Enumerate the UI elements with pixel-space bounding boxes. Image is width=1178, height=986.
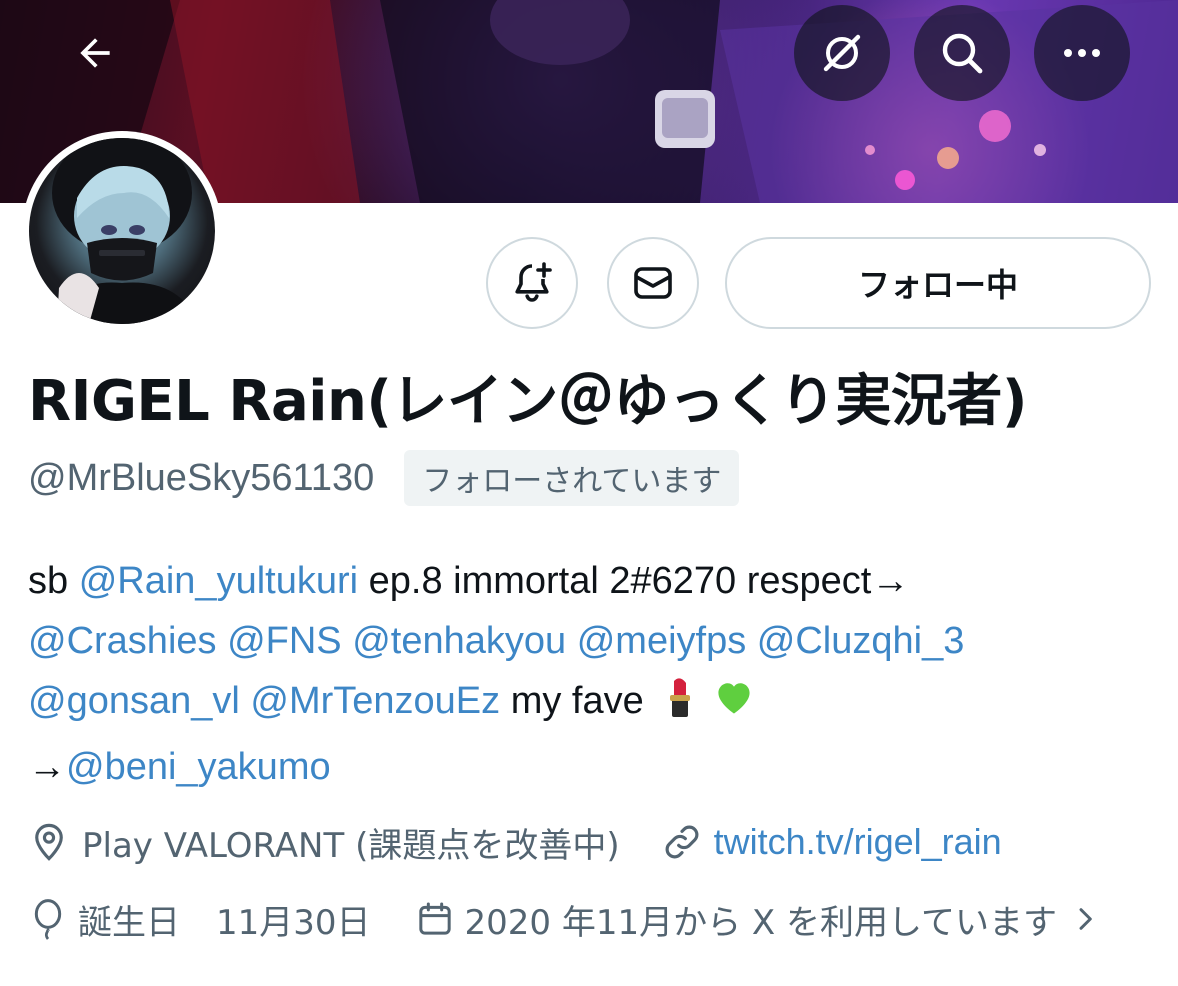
bio-mention[interactable]: @Rain_yultukuri xyxy=(79,560,358,602)
grok-icon xyxy=(823,34,861,72)
notify-button[interactable] xyxy=(486,237,578,329)
more-button[interactable] xyxy=(1034,5,1130,101)
link-icon xyxy=(662,822,702,862)
bio: sb @Rain_yultukuri ep.8 immortal 2#6270 … xyxy=(28,551,1158,797)
profile-link[interactable]: twitch.tv/rigel_rain xyxy=(714,821,1002,863)
avatar-illustration xyxy=(49,138,199,324)
location-text: Play VALORANT (課題点を改善中) xyxy=(82,825,620,866)
bio-text: ep.8 immortal 2#6270 respect→ xyxy=(358,560,910,602)
location-pin-icon xyxy=(28,821,70,863)
bio-mention[interactable]: @FNS xyxy=(227,620,342,662)
handle-row: @MrBlueSky561130 フォローされています xyxy=(28,450,740,506)
bio-text: → xyxy=(28,746,66,788)
green-heart-emoji xyxy=(712,675,756,737)
bell-plus-icon xyxy=(515,262,552,302)
bio-line-3: @gonsan_vl @MrTenzouEz my fave xyxy=(28,671,1158,737)
bio-mention[interactable]: @gonsan_vl xyxy=(28,680,240,722)
grok-button[interactable] xyxy=(794,5,890,101)
avatar[interactable] xyxy=(22,131,222,331)
balloon-icon xyxy=(28,897,68,941)
bio-mention[interactable]: @beni_yakumo xyxy=(66,746,331,788)
bio-mention[interactable]: @tenhakyou xyxy=(352,620,566,662)
lipstick-emoji xyxy=(660,675,700,737)
calendar-icon xyxy=(415,899,455,939)
display-name: RIGEL Rain(レイン＠ゆっくり実況者) xyxy=(28,369,1028,434)
bio-line-4: →@beni_yakumo xyxy=(28,737,1158,797)
mail-icon xyxy=(634,267,672,299)
bio-mention[interactable]: @Crashies xyxy=(28,620,217,662)
birthday-value: 11月30日 xyxy=(216,902,371,943)
avatar-image xyxy=(29,138,215,324)
birthday-label: 誕生日 xyxy=(78,902,180,943)
following-button[interactable]: フォロー中 xyxy=(725,237,1151,329)
profile-meta-row-2[interactable]: 誕生日 11月30日 2020 年11月から X を利用しています xyxy=(28,892,1101,946)
bio-mention[interactable]: @meiyfps xyxy=(577,620,747,662)
profile-meta-row-1: Play VALORANT (課題点を改善中) twitch.tv/rigel_… xyxy=(28,815,1002,869)
more-horizontal-icon xyxy=(1064,49,1100,57)
back-button[interactable] xyxy=(47,5,143,101)
bio-text: my fave xyxy=(500,680,655,722)
handle: @MrBlueSky561130 xyxy=(28,456,375,499)
bio-text: sb xyxy=(28,560,79,602)
bio-line-1: sb @Rain_yultukuri ep.8 immortal 2#6270 … xyxy=(28,551,1158,611)
search-icon xyxy=(942,33,983,74)
follows-you-badge: フォローされています xyxy=(404,450,740,506)
search-button[interactable] xyxy=(914,5,1010,101)
bio-mention[interactable]: @Cluzqhi_3 xyxy=(757,620,965,662)
bio-mention[interactable]: @MrTenzouEz xyxy=(250,680,500,722)
chevron-right-icon xyxy=(1069,903,1101,935)
message-button[interactable] xyxy=(607,237,699,329)
joined-date: 2020 年11月から X を利用しています xyxy=(464,902,1058,943)
arrow-left-icon xyxy=(80,38,110,68)
bio-line-2: @Crashies @FNS @tenhakyou @meiyfps @Cluz… xyxy=(28,611,1158,671)
